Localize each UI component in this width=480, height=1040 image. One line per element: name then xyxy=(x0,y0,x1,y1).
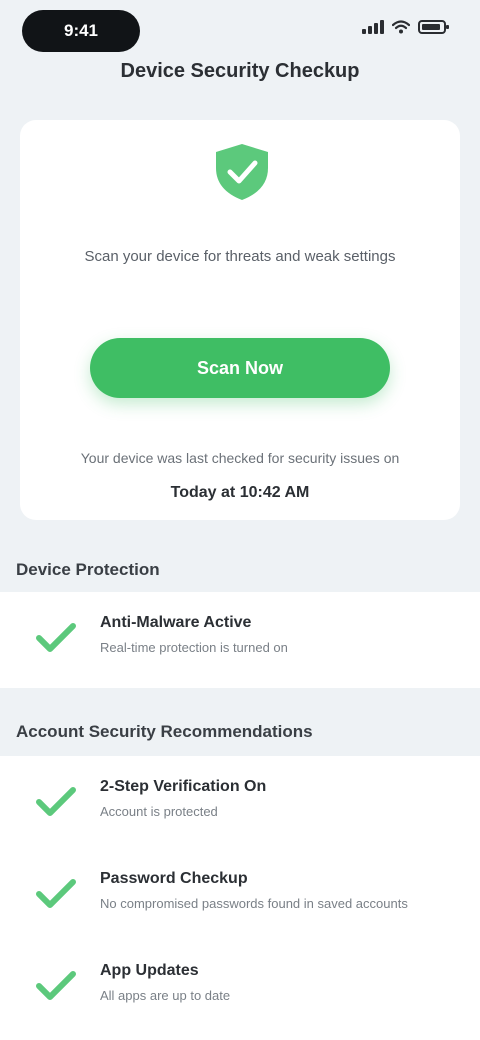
status-time: 9:41 xyxy=(22,10,140,52)
list-item[interactable]: Anti-Malware Active Real-time protection… xyxy=(0,592,480,684)
item-title: Anti-Malware Active xyxy=(100,614,252,631)
item-title: Password Checkup xyxy=(100,870,248,887)
device-protection-list: Anti-Malware Active Real-time protection… xyxy=(0,592,480,688)
item-subtitle: Account is protected xyxy=(100,804,218,819)
list-item[interactable]: Password Checkup No compromised password… xyxy=(0,848,480,940)
check-icon xyxy=(36,623,76,652)
last-scan-date: Today at 10:42 AM xyxy=(170,484,310,501)
battery-icon xyxy=(418,20,449,34)
scan-now-button[interactable]: Scan Now xyxy=(90,338,390,398)
item-subtitle: All apps are up to date xyxy=(100,988,231,1003)
phone-screen: 9:41 Device Security Checkup Scan your d… xyxy=(0,0,480,1040)
list-item[interactable]: 2-Step Verification On Account is protec… xyxy=(0,756,480,848)
check-icon xyxy=(36,879,76,908)
section-header-account-security: Account Security Recommendations xyxy=(16,722,313,741)
item-title: 2-Step Verification On xyxy=(100,778,267,795)
page-title: Device Security Checkup xyxy=(120,60,360,82)
check-icon xyxy=(36,971,76,1000)
section-header-device-protection: Device Protection xyxy=(16,560,160,579)
shield-check-icon xyxy=(216,144,268,200)
item-subtitle: Real-time protection is turned on xyxy=(100,640,288,655)
list-item[interactable]: App Updates All apps are up to date xyxy=(0,940,480,1032)
status-bar: 9:41 xyxy=(0,0,480,64)
item-subtitle: No compromised passwords found in saved … xyxy=(100,896,408,911)
last-scan-note: Your device was last checked for securit… xyxy=(80,450,400,466)
wifi-icon xyxy=(392,20,410,34)
account-security-list: 2-Step Verification On Account is protec… xyxy=(0,756,480,1040)
cellular-signal-icon xyxy=(362,20,384,34)
check-icon xyxy=(36,787,76,816)
status-icons xyxy=(362,20,449,34)
scan-description: Scan your device for threats and weak se… xyxy=(84,248,396,265)
scan-card: Scan your device for threats and weak se… xyxy=(20,120,460,520)
item-title: App Updates xyxy=(100,962,199,979)
